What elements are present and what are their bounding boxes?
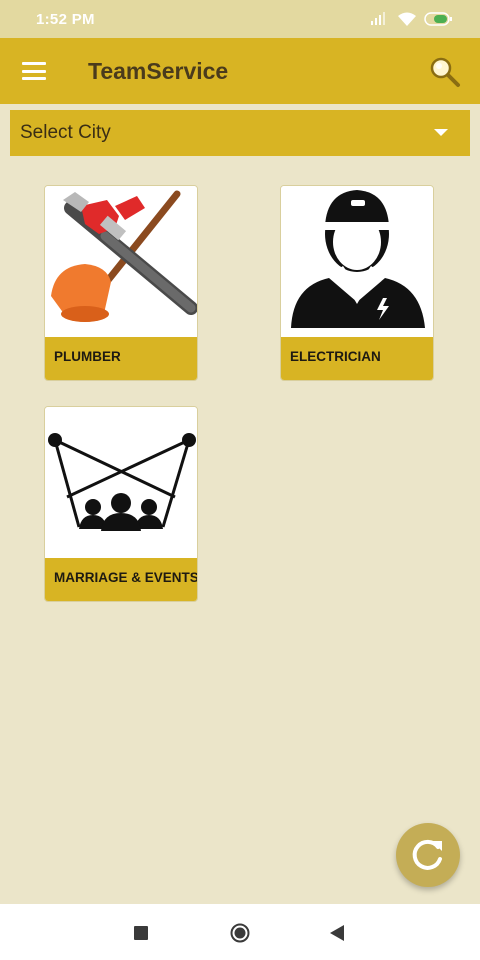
signal-icon (371, 12, 385, 25)
search-button[interactable] (428, 56, 462, 88)
events-image (45, 407, 197, 557)
status-bar: 1:52 PM (0, 0, 480, 38)
refresh-button[interactable] (396, 823, 460, 887)
recent-apps-icon[interactable] (134, 926, 148, 940)
service-label: MARRIAGE & EVENTS (45, 558, 197, 601)
system-nav-bar (0, 904, 480, 960)
app-bar: TeamService (0, 38, 480, 104)
search-icon (430, 57, 460, 87)
status-icons (370, 11, 454, 27)
city-select-dropdown[interactable]: Select City (10, 110, 470, 156)
app-title: TeamService (88, 58, 229, 84)
service-label: ELECTRICIAN (281, 337, 433, 380)
refresh-icon (412, 839, 442, 870)
service-card-marriage-events[interactable]: MARRIAGE & EVENTS (44, 406, 198, 602)
electrician-icon (291, 190, 425, 328)
service-label: PLUMBER (45, 337, 197, 380)
plumber-image (45, 186, 197, 336)
back-icon[interactable] (330, 925, 344, 941)
plumber-tools-icon (51, 190, 197, 322)
city-select-value: Select City (20, 122, 111, 143)
home-icon[interactable] (230, 923, 250, 943)
chevron-down-icon (434, 129, 448, 136)
status-time: 1:52 PM (36, 11, 95, 28)
service-card-electrician[interactable]: ELECTRICIAN (280, 185, 434, 381)
battery-icon (424, 12, 452, 26)
wifi-icon (398, 12, 416, 26)
menu-icon[interactable] (22, 62, 46, 80)
service-card-plumber[interactable]: PLUMBER (44, 185, 198, 381)
events-lights-icon (48, 433, 196, 531)
electrician-image (281, 186, 433, 336)
